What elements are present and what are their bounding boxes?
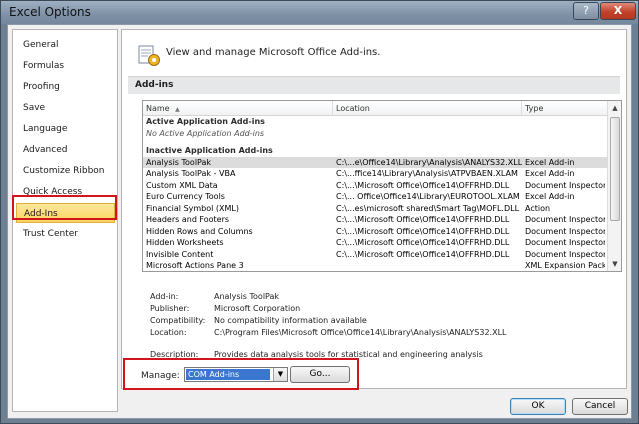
scroll-up-icon[interactable]: ▲ (608, 101, 621, 115)
list-rows: Active Application Add-ins No Active App… (143, 116, 607, 271)
group-header-inactive: Inactive Application Add-ins (146, 146, 273, 155)
list-row-euro-currency-tools[interactable]: Euro Currency Tools C:\... Office\Office1… (143, 191, 607, 203)
list-row-custom-xml-data[interactable]: Custom XML Data C:\...\Microsoft Office\O… (143, 180, 607, 192)
section-title: Add-ins (135, 80, 174, 90)
sort-ascending-icon: ▲ (175, 106, 180, 113)
section-bar: Add-ins (128, 76, 620, 94)
list-row-financial-symbol[interactable]: Financial Symbol (XML) C:\...es\microsoft… (143, 203, 607, 215)
nav-item-trust-center[interactable]: Trust Center (16, 224, 115, 244)
list-row-analysis-toolpak-vba[interactable]: Analysis ToolPak - VBA C:\...ffice14\Libr… (143, 168, 607, 180)
list-row-headers-and-footers[interactable]: Headers and Footers C:\...\Microsoft Offi… (143, 214, 607, 226)
options-nav: General Formulas Proofing Save Language … (12, 29, 118, 412)
window-title: Excel Options (9, 5, 91, 19)
list-scrollbar[interactable]: ▲ ▼ (607, 101, 621, 271)
add-ins-highlight-box (12, 195, 117, 220)
nav-item-customize-ribbon[interactable]: Customize Ribbon (16, 161, 115, 181)
go-button[interactable]: Go... (290, 366, 350, 383)
help-button[interactable]: ? (573, 2, 599, 20)
nav-item-advanced[interactable]: Advanced (16, 140, 115, 160)
column-header-name[interactable]: Name ▲ (143, 101, 333, 116)
scroll-down-icon[interactable]: ▼ (608, 257, 621, 271)
nav-item-language[interactable]: Language (16, 119, 115, 139)
header-text: View and manage Microsoft Office Add-ins… (166, 47, 381, 58)
excel-options-window: Excel Options ? X General Formulas Proof… (0, 0, 639, 424)
add-ins-list[interactable]: Name ▲ Location Type Active Application … (142, 100, 622, 272)
nav-item-general[interactable]: General (16, 35, 115, 55)
addins-gear-icon (138, 45, 160, 66)
dialog-client: General Formulas Proofing Save Language … (7, 24, 632, 419)
nav-item-proofing[interactable]: Proofing (16, 77, 115, 97)
list-row-invisible-content[interactable]: Invisible Content C:\...\Microsoft Office… (143, 249, 607, 261)
nav-item-formulas[interactable]: Formulas (16, 56, 115, 76)
scroll-thumb[interactable] (610, 117, 620, 221)
manage-label: Manage: (141, 371, 180, 381)
ok-button[interactable]: OK (510, 398, 566, 415)
list-row-hidden-rows-and-columns[interactable]: Hidden Rows and Columns C:\...\Microsoft … (143, 226, 607, 238)
list-row-microsoft-actions-pane[interactable]: Microsoft Actions Pane 3 XML Expansion Pa… (143, 260, 607, 271)
column-header-type[interactable]: Type (522, 101, 607, 116)
list-row-hidden-worksheets[interactable]: Hidden Worksheets C:\...\Microsoft Office… (143, 237, 607, 249)
nav-item-save[interactable]: Save (16, 98, 115, 118)
chevron-down-icon[interactable]: ▼ (273, 368, 287, 381)
close-button[interactable]: X (600, 2, 636, 20)
title-bar[interactable]: Excel Options ? X (1, 1, 638, 24)
column-header-location[interactable]: Location (333, 101, 522, 116)
manage-dropdown-value: COM Add-ins (186, 369, 270, 380)
group-empty-active: No Active Application Add-ins (146, 128, 265, 138)
list-row-analysis-toolpak[interactable]: Analysis ToolPak C:\...e\Office14\Library… (143, 156, 607, 168)
manage-dropdown[interactable]: COM Add-ins ▼ (184, 367, 288, 382)
list-header: Name ▲ Location Type (143, 101, 607, 116)
add-ins-panel: View and manage Microsoft Office Add-ins… (121, 29, 627, 389)
column-name-label: Name (146, 104, 170, 113)
cancel-button[interactable]: Cancel (572, 398, 628, 415)
group-header-active: Active Application Add-ins (146, 117, 265, 126)
